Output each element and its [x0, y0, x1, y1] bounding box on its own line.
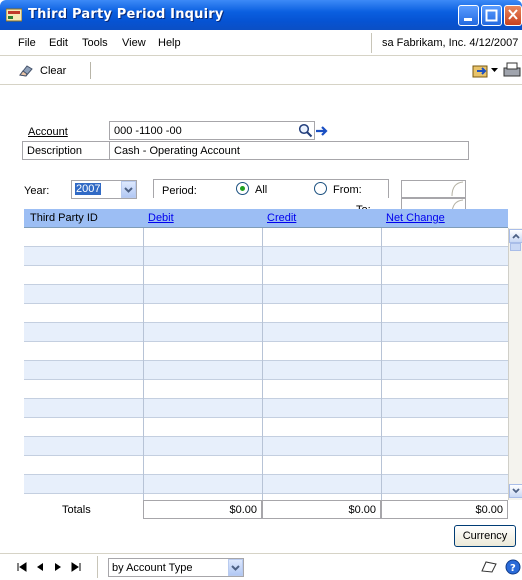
- status-bar: by Account Type ?: [0, 553, 522, 580]
- column-divider: [262, 228, 263, 500]
- lookup-icon[interactable]: [298, 123, 313, 138]
- description-field: Cash - Operating Account: [109, 141, 469, 160]
- session-info: sa Fabrikam, Inc. 4/12/2007: [382, 37, 519, 49]
- menu-view[interactable]: View: [122, 37, 146, 49]
- year-dropdown-button[interactable]: [121, 181, 136, 198]
- calendar-from-icon[interactable]: [450, 181, 465, 197]
- window-title: Third Party Period Inquiry: [28, 7, 224, 22]
- chevron-down-icon: [124, 187, 133, 193]
- table-row[interactable]: [24, 475, 508, 494]
- total-debit: $0.00: [143, 500, 262, 519]
- column-third-party-id[interactable]: Third Party ID: [30, 212, 98, 224]
- menu-tools[interactable]: Tools: [82, 37, 108, 49]
- menu-help[interactable]: Help: [158, 37, 181, 49]
- status-separator: [97, 556, 98, 578]
- period-from-radio[interactable]: [314, 182, 327, 195]
- note-icon[interactable]: [480, 560, 498, 574]
- title-bar: Third Party Period Inquiry: [0, 0, 522, 30]
- maximize-icon: [485, 9, 498, 22]
- description-label: Description: [27, 145, 83, 157]
- table-row[interactable]: [24, 361, 508, 380]
- close-button[interactable]: [504, 5, 522, 26]
- table-row[interactable]: [24, 304, 508, 323]
- chevron-down-icon: [231, 565, 240, 571]
- year-label: Year:: [24, 185, 50, 197]
- sort-dropdown-button[interactable]: [228, 559, 243, 576]
- help-icon[interactable]: ?: [505, 559, 521, 575]
- menu-file[interactable]: File: [18, 37, 36, 49]
- table-row[interactable]: [24, 456, 508, 475]
- table-row[interactable]: [24, 418, 508, 437]
- column-debit[interactable]: Debit: [148, 212, 174, 224]
- chevron-down-icon: [512, 488, 520, 494]
- description-label-cell: Description: [22, 141, 109, 160]
- goto-icon[interactable]: [472, 62, 490, 80]
- menu-edit[interactable]: Edit: [49, 37, 68, 49]
- previous-record-icon[interactable]: [35, 561, 45, 573]
- sort-value: by Account Type: [112, 562, 193, 574]
- table-row[interactable]: [24, 399, 508, 418]
- total-net-change: $0.00: [381, 500, 508, 519]
- toolbar-separator: [90, 62, 91, 79]
- table-row[interactable]: [24, 342, 508, 361]
- first-record-icon[interactable]: [16, 561, 28, 573]
- scroll-down-button[interactable]: [509, 484, 522, 498]
- menu-divider: [371, 33, 372, 53]
- minimize-icon: [464, 18, 472, 21]
- currency-label: Currency: [462, 530, 508, 542]
- table-row[interactable]: [24, 380, 508, 399]
- sort-select[interactable]: by Account Type: [108, 558, 244, 577]
- maximize-button[interactable]: [481, 5, 502, 26]
- period-from-label[interactable]: From:: [333, 184, 362, 196]
- print-icon[interactable]: [502, 61, 522, 79]
- account-field[interactable]: 000 -1100 -00: [109, 121, 315, 140]
- total-credit: $0.00: [262, 500, 381, 519]
- table-row[interactable]: [24, 266, 508, 285]
- grid-scrollbar[interactable]: [508, 228, 522, 500]
- column-divider: [143, 228, 144, 500]
- toolbar: Clear: [0, 57, 522, 85]
- totals-label: Totals: [62, 504, 91, 516]
- table-row[interactable]: [24, 228, 508, 247]
- scroll-thumb[interactable]: [510, 243, 521, 251]
- account-label[interactable]: Account: [28, 126, 68, 138]
- table-row[interactable]: [24, 437, 508, 456]
- year-value: 2007: [75, 183, 102, 195]
- grid-body[interactable]: [24, 228, 508, 500]
- grid-header: Third Party ID Debit Credit Net Change: [24, 209, 508, 228]
- chevron-down-icon[interactable]: [491, 68, 499, 74]
- table-row[interactable]: [24, 285, 508, 304]
- column-net-change[interactable]: Net Change: [386, 212, 445, 224]
- eraser-icon: [19, 65, 33, 77]
- scroll-up-button[interactable]: [509, 229, 522, 243]
- table-row[interactable]: [24, 323, 508, 342]
- column-divider: [381, 228, 382, 500]
- currency-button[interactable]: Currency: [454, 525, 516, 547]
- clear-button[interactable]: Clear: [18, 61, 66, 81]
- period-label: Period:: [162, 185, 197, 197]
- arrow-right-icon[interactable]: [315, 124, 329, 138]
- minimize-button[interactable]: [458, 5, 479, 26]
- column-credit[interactable]: Credit: [267, 212, 296, 224]
- next-record-icon[interactable]: [53, 561, 63, 573]
- window-app-icon: [6, 8, 22, 22]
- table-row[interactable]: [24, 247, 508, 266]
- period-all-radio[interactable]: [236, 182, 249, 195]
- svg-text:?: ?: [510, 563, 516, 574]
- clear-label: Clear: [40, 65, 67, 77]
- menu-bar: File Edit Tools View Help sa Fabrikam, I…: [0, 30, 522, 56]
- totals-row: Totals $0.00 $0.00 $0.00: [24, 500, 522, 519]
- chevron-up-icon: [512, 233, 520, 239]
- period-all-label[interactable]: All: [255, 184, 267, 196]
- close-icon: [508, 9, 518, 20]
- last-record-icon[interactable]: [70, 561, 82, 573]
